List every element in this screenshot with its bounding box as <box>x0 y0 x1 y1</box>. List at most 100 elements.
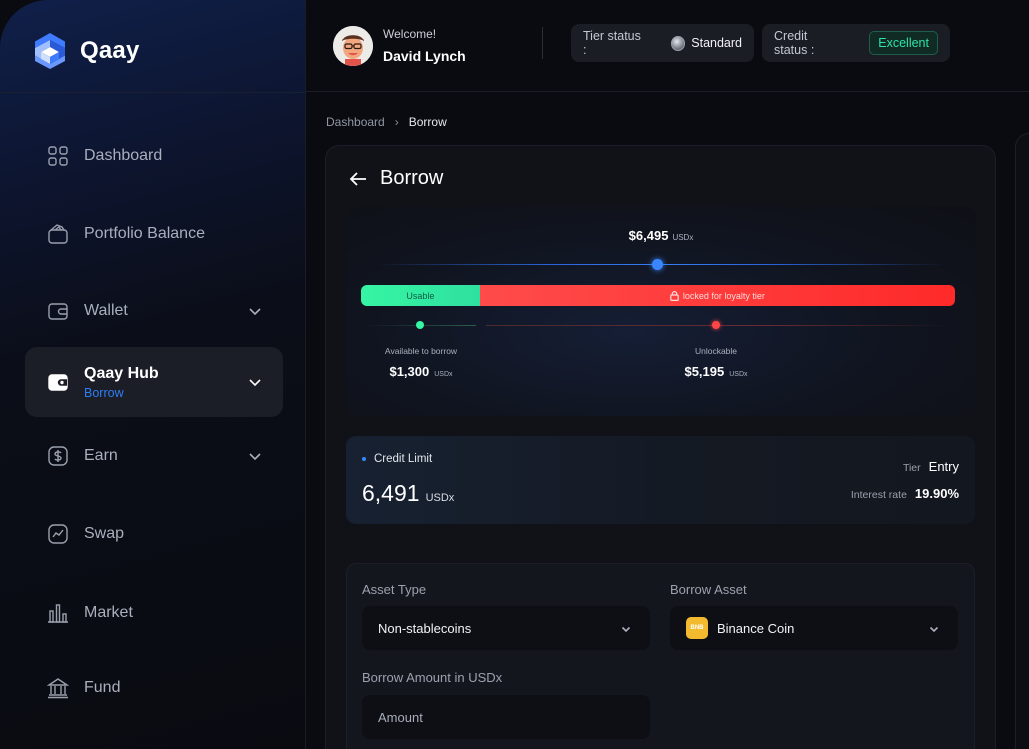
panel-header: Borrow <box>348 167 443 190</box>
sidebar-item-text: Qaay Hub Borrow <box>84 365 159 400</box>
wallet-icon <box>46 299 70 323</box>
unlockable-value: $5,195 <box>684 364 725 379</box>
borrow-amount-label: Borrow Amount in USDx <box>362 670 503 685</box>
chevron-down-icon <box>620 622 632 634</box>
sidebar-item-label: Earn <box>84 447 118 464</box>
borrow-range-card: $6,495 USDx Usable locked for loyalty tie… <box>346 206 976 416</box>
tier-value: Entry <box>928 459 959 474</box>
asset-type-select[interactable]: Non-stablecoins <box>362 606 650 650</box>
locked-label: locked for loyalty tier <box>682 290 765 301</box>
wallet-icon <box>46 370 70 394</box>
binance-coin-icon: BNB <box>686 617 708 639</box>
unlockable-unit: USDx <box>729 371 748 378</box>
sidebar-item-label: Dashboard <box>84 147 163 164</box>
sidebar-divider <box>0 92 306 93</box>
back-arrow-icon[interactable] <box>348 169 368 189</box>
chart-line-icon <box>46 522 70 546</box>
total-amount-value: $6,495 <box>628 228 669 243</box>
user-name: David Lynch <box>383 48 466 64</box>
interest-rate-label: Interest rate <box>850 489 907 501</box>
sidebar-item-wallet[interactable]: Wallet <box>25 276 283 346</box>
sidebar-item-swap[interactable]: Swap <box>25 499 283 569</box>
asset-type-value: Non-stablecoins <box>378 620 472 636</box>
sidebar-item-label: Swap <box>84 525 125 542</box>
sidebar-item-dashboard[interactable]: Dashboard <box>25 121 283 191</box>
sidebar-item-qaay-hub[interactable]: Qaay Hub Borrow <box>25 347 283 417</box>
chevron-down-icon[interactable] <box>247 448 263 464</box>
borrow-asset-label: Borrow Asset <box>670 582 747 597</box>
unlockable-label: Unlockable <box>694 346 738 356</box>
unlockable-value-row: $5,195 USDx <box>656 364 776 379</box>
borrow-asset-value: Binance Coin <box>717 620 795 636</box>
logo-icon <box>35 33 65 69</box>
borrow-asset-select[interactable]: BNB Binance Coin <box>670 606 958 650</box>
breadcrumb-dashboard[interactable]: Dashboard <box>326 115 385 129</box>
interest-rate-value: 19.90% <box>914 486 959 501</box>
sidebar-item-label: Market <box>84 604 133 621</box>
tier-medal-icon <box>670 35 686 51</box>
tier-status-pill[interactable]: Tier status : Standard <box>571 24 754 62</box>
bank-icon <box>46 676 70 700</box>
total-indicator-dot[interactable] <box>652 259 663 270</box>
credit-limit-unit: USDx <box>425 492 455 504</box>
app-root: Qaay Dashboard Portfolio Balance Wallet <box>0 0 1029 749</box>
unlockable-track <box>486 325 956 326</box>
wallet-open-icon <box>46 222 70 246</box>
unlockable-marker <box>712 321 720 329</box>
usable-label: Usable <box>406 290 435 301</box>
tier-status-value: Standard <box>691 36 742 50</box>
avatar[interactable] <box>333 26 373 66</box>
credit-status-label: Credit status : <box>774 29 815 57</box>
chevron-down-icon[interactable] <box>247 374 263 390</box>
usable-segment: Usable <box>361 285 480 306</box>
credit-status-badge: Excellent <box>869 31 938 55</box>
bullet-dot-icon <box>362 457 366 461</box>
chevron-down-icon <box>928 622 940 634</box>
binance-coin-icon-text: BNB <box>690 625 704 631</box>
available-stat: Available to borrow $1,300 USDx <box>366 346 476 379</box>
credit-limit-card: Credit Limit 6,491 USDx Tier Entry Intere… <box>346 436 975 524</box>
breadcrumb: Dashboard › Borrow <box>326 115 447 129</box>
interest-rate-row: Interest rate 19.90% <box>851 486 959 501</box>
sidebar-item-label: Fund <box>84 679 121 696</box>
locked-segment: locked for loyalty tier <box>479 285 955 306</box>
lock-icon <box>670 290 679 301</box>
grid-icon <box>46 144 70 168</box>
sidebar-item-label: Qaay Hub <box>84 364 159 382</box>
sidebar-item-market[interactable]: Market <box>25 578 283 648</box>
borrow-panel: Borrow $6,495 USDx Usable locked for loya… <box>325 145 996 749</box>
available-unit: USDx <box>434 371 453 378</box>
borrow-amount-input[interactable] <box>362 695 650 739</box>
asset-type-label: Asset Type <box>362 582 427 597</box>
sidebar-item-fund[interactable]: Fund <box>25 653 283 723</box>
sidebar-item-label: Wallet <box>84 302 128 319</box>
total-amount-unit: USDx <box>672 233 694 242</box>
credit-status-pill[interactable]: Credit status : Excellent <box>762 24 950 62</box>
credit-limit-value-row: 6,491 USDx <box>362 480 454 507</box>
logo-text: Qaay <box>80 37 140 64</box>
total-amount: $6,495 USDx <box>346 228 976 243</box>
available-value-row: $1,300 USDx <box>366 364 476 379</box>
breadcrumb-current: Borrow <box>408 115 447 129</box>
sidebar-item-earn[interactable]: Earn <box>25 421 283 491</box>
borrow-form: Asset Type Non-stablecoins Borrow Asset … <box>346 563 975 749</box>
credit-limit-label: Credit Limit <box>374 453 433 465</box>
side-panel-edge <box>1015 133 1029 749</box>
sidebar: Qaay Dashboard Portfolio Balance Wallet <box>0 0 306 749</box>
credit-limit-label-row: Credit Limit <box>362 453 432 465</box>
sidebar-item-label: Portfolio Balance <box>84 225 205 242</box>
welcome-text: Welcome! <box>383 27 437 41</box>
unlockable-stat: Unlockable $5,195 USDx <box>656 346 776 379</box>
bar-chart-icon <box>46 601 70 625</box>
avatar-image <box>333 26 373 66</box>
header-divider <box>542 27 543 59</box>
sidebar-item-portfolio-balance[interactable]: Portfolio Balance <box>25 199 283 269</box>
chevron-down-icon[interactable] <box>247 303 263 319</box>
page-title: Borrow <box>380 167 444 189</box>
available-marker <box>416 321 424 329</box>
sidebar-item-sublabel[interactable]: Borrow <box>84 386 159 400</box>
logo[interactable]: Qaay <box>34 32 140 70</box>
header: Welcome! David Lynch Tier status : Stand… <box>306 0 1029 92</box>
credit-limit-value: 6,491 <box>362 480 420 506</box>
tier-label: Tier <box>902 462 921 474</box>
